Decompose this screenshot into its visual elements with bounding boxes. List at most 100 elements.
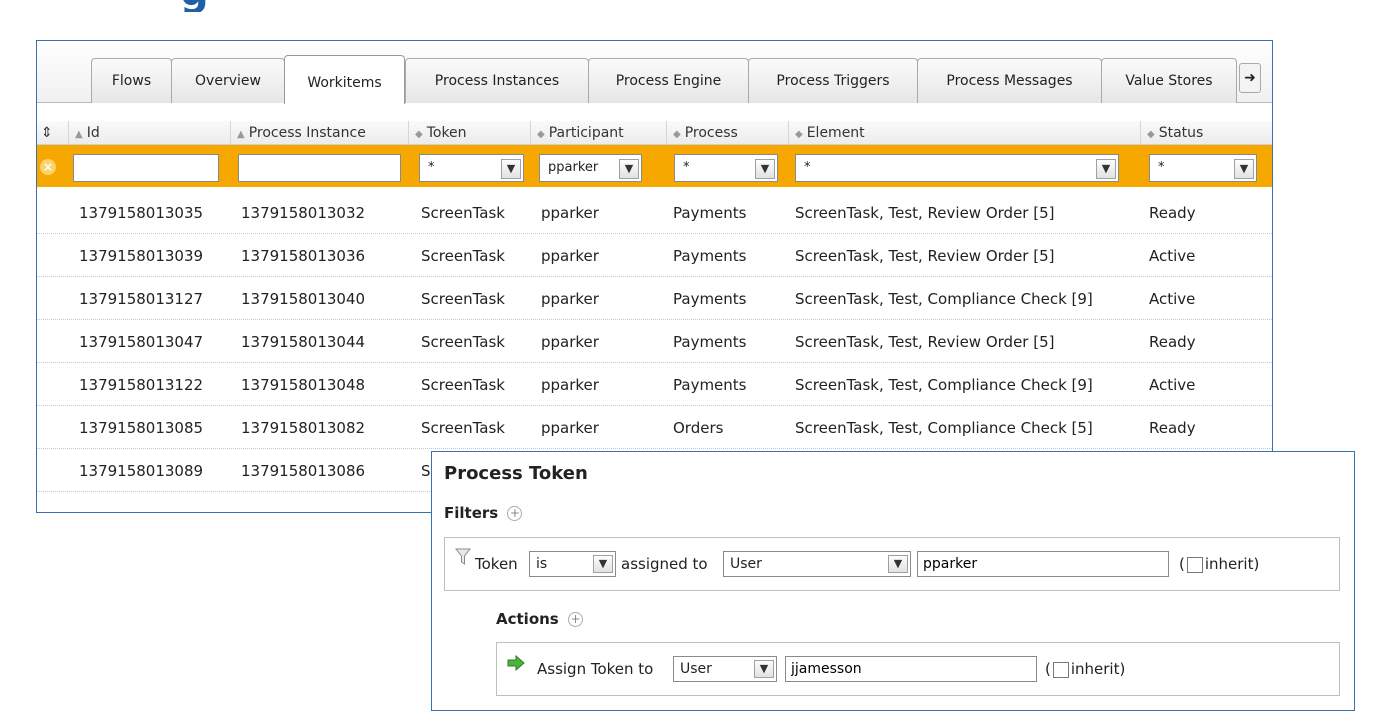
tab-process-instances[interactable]: Process Instances	[405, 58, 589, 103]
open-paren: (	[1179, 555, 1185, 573]
cell-process: Payments	[673, 204, 747, 222]
tab-scroll-right-icon[interactable]: ➜	[1239, 63, 1261, 93]
panel-title: Process Token	[444, 463, 588, 484]
tab-value-stores[interactable]: Value Stores	[1101, 58, 1237, 103]
table-row[interactable]: 1379158013039 1379158013036 ScreenTask ppar…	[37, 235, 1272, 277]
chevron-down-icon: ▼	[888, 555, 908, 573]
column-header-status-label: Status	[1158, 125, 1204, 141]
sort-asc-icon: ▲	[75, 129, 83, 140]
cell-id: 1379158013047	[79, 333, 204, 351]
cell-element: ScreenTask, Test, Compliance Check [5]	[795, 419, 1093, 437]
sort-both-icon: ◆	[795, 129, 803, 140]
column-header-id[interactable]: ▲ Id	[69, 121, 231, 145]
table-row[interactable]: 1379158013047 1379158013044 ScreenTask ppar…	[37, 321, 1272, 363]
filter-operator-value: is	[536, 556, 548, 572]
filter-status-select[interactable]: * ▼	[1149, 154, 1257, 182]
column-header-participant-label: Participant	[548, 125, 624, 141]
filter-process-value: *	[683, 160, 690, 175]
filter-operator-select[interactable]: is ▼	[529, 551, 616, 577]
filter-token-select[interactable]: * ▼	[419, 154, 524, 182]
column-header-element-label: Element	[806, 125, 865, 141]
sort-both-icon: ◆	[537, 129, 545, 140]
chevron-down-icon: ▼	[593, 555, 613, 573]
add-filter-icon[interactable]: +	[507, 506, 523, 521]
actions-label: Actions	[496, 610, 559, 628]
cell-process-instance: 1379158013044	[241, 333, 366, 351]
table-row[interactable]: 1379158013127 1379158013040 ScreenTask ppar…	[37, 278, 1272, 320]
filter-inherit-label: inherit	[1204, 555, 1254, 573]
green-arrow-icon	[507, 655, 525, 671]
cell-token: ScreenTask	[421, 247, 505, 265]
action-inherit-group: (inherit)	[1045, 660, 1125, 678]
table-row[interactable]: 1379158013122 1379158013048 ScreenTask ppar…	[37, 364, 1272, 406]
filter-process-select[interactable]: * ▼	[674, 154, 778, 182]
cell-status: Ready	[1149, 419, 1196, 437]
column-header-process-instance[interactable]: ▲ Process Instance	[231, 121, 409, 145]
chevron-down-icon: ▼	[501, 159, 521, 179]
cell-id: 1379158013035	[79, 204, 204, 222]
cell-process: Payments	[673, 290, 747, 308]
cell-token: ScreenTask	[421, 419, 505, 437]
action-assignee-input[interactable]	[785, 656, 1037, 682]
filter-element-value: *	[804, 160, 811, 175]
cell-process-instance: 1379158013032	[241, 204, 366, 222]
sort-asc-icon: ▲	[237, 129, 245, 140]
filter-assignee-input[interactable]	[917, 551, 1169, 577]
cell-status: Active	[1149, 376, 1196, 394]
tab-process-messages[interactable]: Process Messages	[917, 58, 1102, 103]
tab-process-engine[interactable]: Process Engine	[588, 58, 749, 103]
cell-id: 1379158013039	[79, 247, 204, 265]
tab-overview[interactable]: Overview	[171, 58, 285, 103]
column-header-status[interactable]: ◆ Status	[1141, 121, 1272, 145]
filter-participant-select[interactable]: pparker ▼	[539, 154, 642, 182]
add-action-icon[interactable]: +	[567, 612, 583, 627]
tab-workitems[interactable]: Workitems	[284, 55, 405, 104]
chevron-down-icon: ▼	[619, 159, 639, 179]
cell-element: ScreenTask, Test, Review Order [5]	[795, 247, 1055, 265]
column-header-participant[interactable]: ◆ Participant	[531, 121, 667, 145]
filter-token-value: *	[428, 160, 435, 175]
cell-process: Orders	[673, 419, 724, 437]
cell-process-instance: 1379158013036	[241, 247, 366, 265]
table-row[interactable]: 1379158013035 1379158013032 ScreenTask ppar…	[37, 192, 1272, 234]
column-header-process-instance-label: Process Instance	[248, 125, 366, 141]
filter-rule: Token is ▼ assigned to User ▼ (inherit)	[444, 537, 1340, 591]
filter-element-select[interactable]: * ▼	[795, 154, 1119, 182]
cell-status: Ready	[1149, 333, 1196, 351]
filter-id-input[interactable]	[73, 154, 219, 182]
column-header-id-label: Id	[86, 125, 100, 141]
cell-process: Payments	[673, 247, 747, 265]
action-assignee-type-select[interactable]: User ▼	[673, 656, 777, 682]
chevron-down-icon: ▼	[1234, 159, 1254, 179]
cell-id: 1379158013122	[79, 376, 204, 394]
column-header-element[interactable]: ◆ Element	[789, 121, 1141, 145]
cell-element: ScreenTask, Test, Review Order [5]	[795, 333, 1055, 351]
cell-process-instance: 1379158013048	[241, 376, 366, 394]
funnel-icon	[455, 548, 471, 565]
cell-process-instance: 1379158013040	[241, 290, 366, 308]
column-header-process[interactable]: ◆ Process	[667, 121, 789, 145]
filter-process-instance-input[interactable]	[238, 154, 401, 182]
sort-both-icon: ◆	[1147, 129, 1155, 140]
column-header-token-label: Token	[426, 125, 467, 141]
cell-process-instance: 1379158013086	[241, 462, 366, 480]
tab-process-triggers[interactable]: Process Triggers	[748, 58, 918, 103]
cell-status: Ready	[1149, 204, 1196, 222]
action-inherit-checkbox[interactable]	[1052, 661, 1069, 678]
filters-label: Filters	[444, 504, 499, 522]
clear-filters-icon[interactable]: ×	[40, 159, 56, 175]
tab-flows[interactable]: Flows	[91, 58, 172, 103]
table-row[interactable]: 1379158013085 1379158013082 ScreenTask ppar…	[37, 407, 1272, 449]
cell-process: Payments	[673, 376, 747, 394]
close-paren: )	[1119, 660, 1126, 678]
page-heading-fragment: g	[180, 0, 300, 12]
column-header-token[interactable]: ◆ Token	[409, 121, 531, 145]
column-header-row: ⇕ ▲ Id ▲ Process Instance ◆ Token ◆ Particip…	[37, 121, 1272, 145]
column-chooser-icon[interactable]: ⇕	[37, 121, 69, 145]
process-token-panel: Process Token Filters + Token is ▼ assign…	[431, 451, 1355, 711]
cell-participant: pparker	[541, 204, 599, 222]
sort-both-icon: ◆	[415, 129, 423, 140]
cell-participant: pparker	[541, 333, 599, 351]
filter-inherit-checkbox[interactable]	[1186, 556, 1203, 573]
filter-assignee-type-select[interactable]: User ▼	[723, 551, 911, 577]
